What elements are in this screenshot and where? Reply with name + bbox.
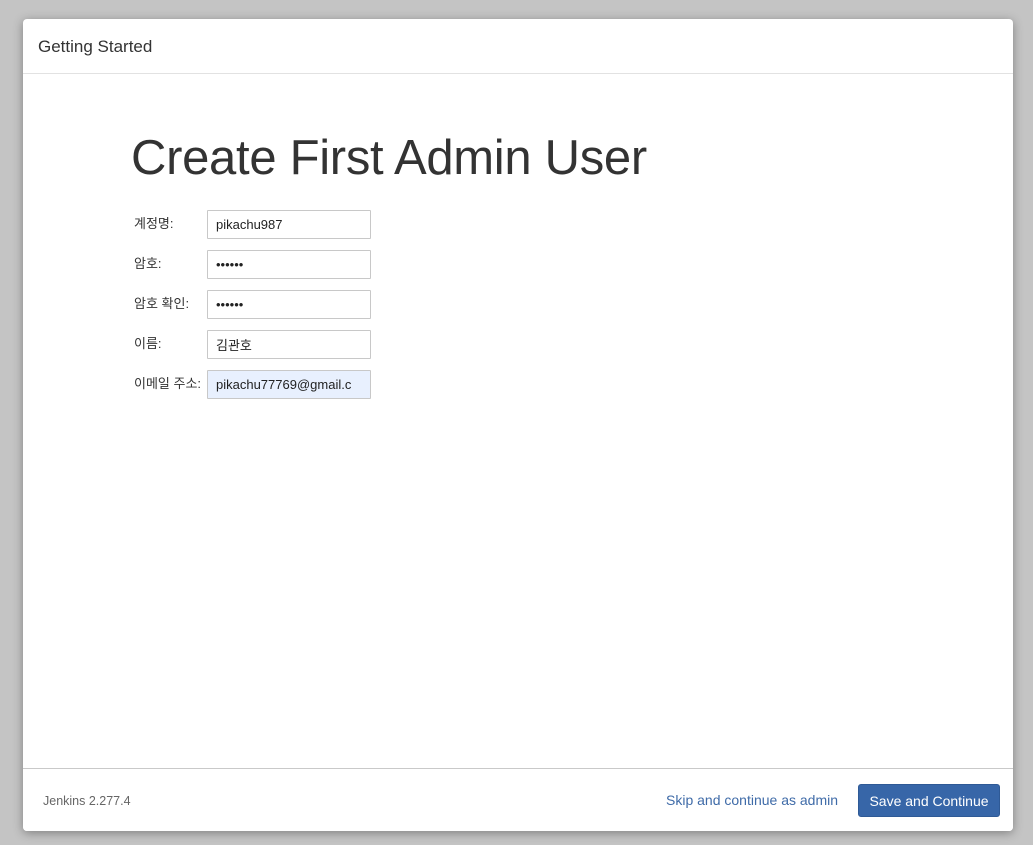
dialog-footer: Jenkins 2.277.4 Skip and continue as adm… [23,768,1013,831]
dialog-title: Getting Started [38,37,153,56]
confirm-password-label: 암호 확인: [134,296,190,311]
password-input[interactable] [207,250,371,279]
email-input[interactable] [207,370,371,399]
password-row: 암호: [134,250,434,279]
confirm-password-input[interactable] [207,290,371,319]
dialog-body: Create First Admin User 계정명: 암호: 암호 확인: … [23,74,1013,768]
page-title: Create First Admin User [131,131,647,185]
username-label: 계정명: [134,216,174,231]
save-and-continue-button[interactable]: Save and Continue [858,784,1000,817]
jenkins-version: Jenkins 2.277.4 [43,794,131,808]
skip-continue-as-admin-link[interactable]: Skip and continue as admin [666,792,838,808]
setup-wizard-dialog: Getting Started Create First Admin User … [23,19,1013,831]
email-label: 이메일 주소: [134,376,202,391]
confirm-password-row: 암호 확인: [134,290,434,319]
email-row: 이메일 주소: [134,370,434,399]
fullname-label: 이름: [134,336,162,351]
username-row: 계정명: [134,210,434,239]
fullname-row: 이름: [134,330,434,359]
password-label: 암호: [134,256,162,271]
fullname-input[interactable] [207,330,371,359]
dialog-header: Getting Started [23,19,1013,74]
username-input[interactable] [207,210,371,239]
